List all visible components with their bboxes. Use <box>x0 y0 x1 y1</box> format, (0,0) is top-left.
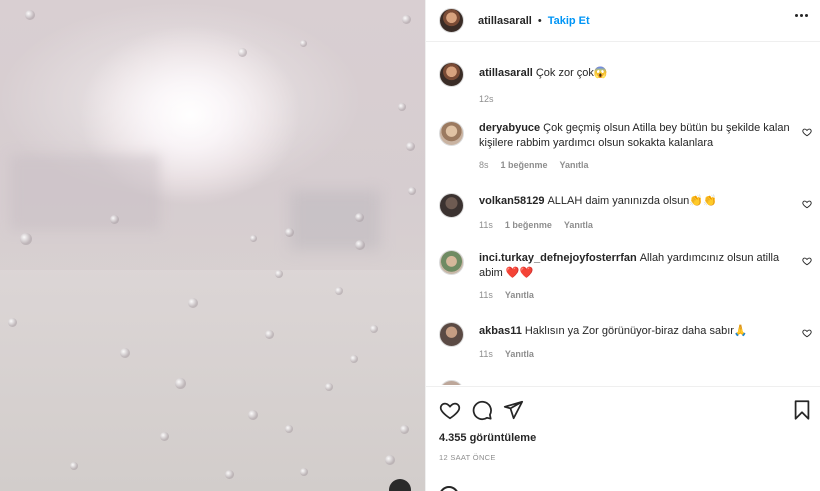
comment-item: deryabyuce Çok geçmiş olsun Atilla bey bü… <box>439 121 812 170</box>
snow-drop <box>406 142 415 151</box>
snow-drop <box>248 410 258 420</box>
snow-drop <box>275 270 283 278</box>
snowy-ground <box>0 270 425 491</box>
snow-drop <box>355 213 364 222</box>
more-options-icon[interactable] <box>795 14 808 17</box>
comment-like-heart-icon[interactable] <box>802 256 812 266</box>
bookmark-icon[interactable] <box>791 399 813 421</box>
snow-drop <box>188 298 198 308</box>
caption-item: atillasarall Çok zor çok😱 12s <box>439 62 809 104</box>
commenter-username[interactable]: deryabyuce <box>479 122 540 134</box>
snow-drop <box>370 325 378 333</box>
comment-time[interactable]: 11s <box>479 220 493 230</box>
snow-drop <box>175 378 186 389</box>
commenter-username[interactable]: volkan58129 <box>479 195 544 207</box>
reply-button[interactable]: Yanıtla <box>560 160 589 170</box>
author-avatar[interactable] <box>439 62 464 87</box>
header-separator: • <box>537 14 542 27</box>
post-actions: 4.355 görüntüleme 12 SAAT ÖNCE <box>426 386 820 491</box>
caption-time[interactable]: 12s <box>479 94 494 104</box>
comment-icon[interactable] <box>471 399 493 421</box>
post-side-panel: atillasarall • Takip Et atillasarall Çok … <box>425 0 820 491</box>
snow-drop <box>265 330 274 339</box>
snow-drop <box>70 462 78 470</box>
comments-list: atillasarall Çok zor çok😱 12s deryabyuce Ç… <box>426 43 820 385</box>
comment-item: inci.turkay_defnejoyfosterrfan Allah yard… <box>439 250 812 300</box>
comment-text: Haklısın ya Zor görünüyor-biraz daha sab… <box>524 325 748 337</box>
commenter-avatar[interactable] <box>439 380 464 385</box>
snow-drop <box>160 432 169 441</box>
snow-drop <box>25 10 35 20</box>
blurred-building <box>10 155 160 230</box>
reply-button[interactable]: Yanıtla <box>505 290 534 300</box>
reply-button[interactable]: Yanıtla <box>564 220 593 230</box>
post-timestamp[interactable]: 12 SAAT ÖNCE <box>439 453 496 462</box>
comment-item: akbas11 Haklısın ya Zor görünüyor-biraz d… <box>439 322 812 359</box>
snow-drop <box>20 233 32 245</box>
comment-like-heart-icon[interactable] <box>802 328 812 338</box>
snow-drop <box>238 48 247 57</box>
caption-username[interactable]: atillasarall <box>479 67 533 79</box>
follow-button[interactable]: Takip Et <box>548 15 590 27</box>
comment-time[interactable]: 11s <box>479 290 493 300</box>
emoji-icon[interactable] <box>439 486 459 491</box>
commenter-avatar[interactable] <box>439 121 464 146</box>
snow-drop <box>285 425 293 433</box>
snow-drop <box>350 355 358 363</box>
share-icon[interactable] <box>502 399 524 421</box>
heart-icon[interactable] <box>439 399 461 421</box>
snow-drop <box>300 468 308 476</box>
comment-time[interactable]: 11s <box>479 349 493 359</box>
reply-button[interactable]: Yanıtla <box>505 349 534 359</box>
comment-likes[interactable]: 1 beğenme <box>501 160 548 170</box>
comment-time[interactable]: 8s <box>479 160 489 170</box>
snow-drop <box>400 425 409 434</box>
commenter-username[interactable]: inci.turkay_defnejoyfosterrfan <box>479 252 637 264</box>
author-avatar[interactable] <box>439 8 464 33</box>
snow-drop <box>8 318 17 327</box>
snow-drop <box>225 470 234 479</box>
commenter-avatar[interactable] <box>439 322 464 347</box>
commenter-avatar[interactable] <box>439 193 464 218</box>
action-icons-row <box>439 399 811 421</box>
caption-text: Çok zor çok😱 <box>535 67 608 79</box>
snow-drop <box>355 240 365 250</box>
commenter-avatar[interactable] <box>439 250 464 275</box>
snow-drop <box>120 348 130 358</box>
comment-item: volkan58129 ALLAH daim yanınızda olsun👏👏 … <box>439 193 812 230</box>
snow-drop <box>385 455 395 465</box>
snow-drop <box>325 383 333 391</box>
snow-drop <box>285 228 294 237</box>
view-count[interactable]: 4.355 görüntüleme <box>439 432 536 444</box>
snow-drop <box>110 215 119 224</box>
comment-like-heart-icon[interactable] <box>802 127 812 137</box>
snow-drop <box>250 235 257 242</box>
snow-drop <box>408 187 416 195</box>
comment-like-heart-icon[interactable] <box>802 199 812 209</box>
comment-likes[interactable]: 1 beğenme <box>505 220 552 230</box>
instagram-post-view: atillasarall • Takip Et atillasarall Çok … <box>0 0 820 491</box>
snow-drop <box>335 287 343 295</box>
post-header: atillasarall • Takip Et <box>426 0 820 42</box>
blurred-building <box>290 190 380 250</box>
snow-drop <box>300 40 307 47</box>
snow-drop <box>398 103 406 111</box>
comment-text: ALLAH daim yanınızda olsun👏👏 <box>547 195 717 207</box>
commenter-username[interactable]: akbas11 <box>479 325 522 337</box>
post-media-video[interactable] <box>0 0 425 491</box>
author-username[interactable]: atillasarall <box>478 15 532 27</box>
snow-drop <box>402 15 411 24</box>
